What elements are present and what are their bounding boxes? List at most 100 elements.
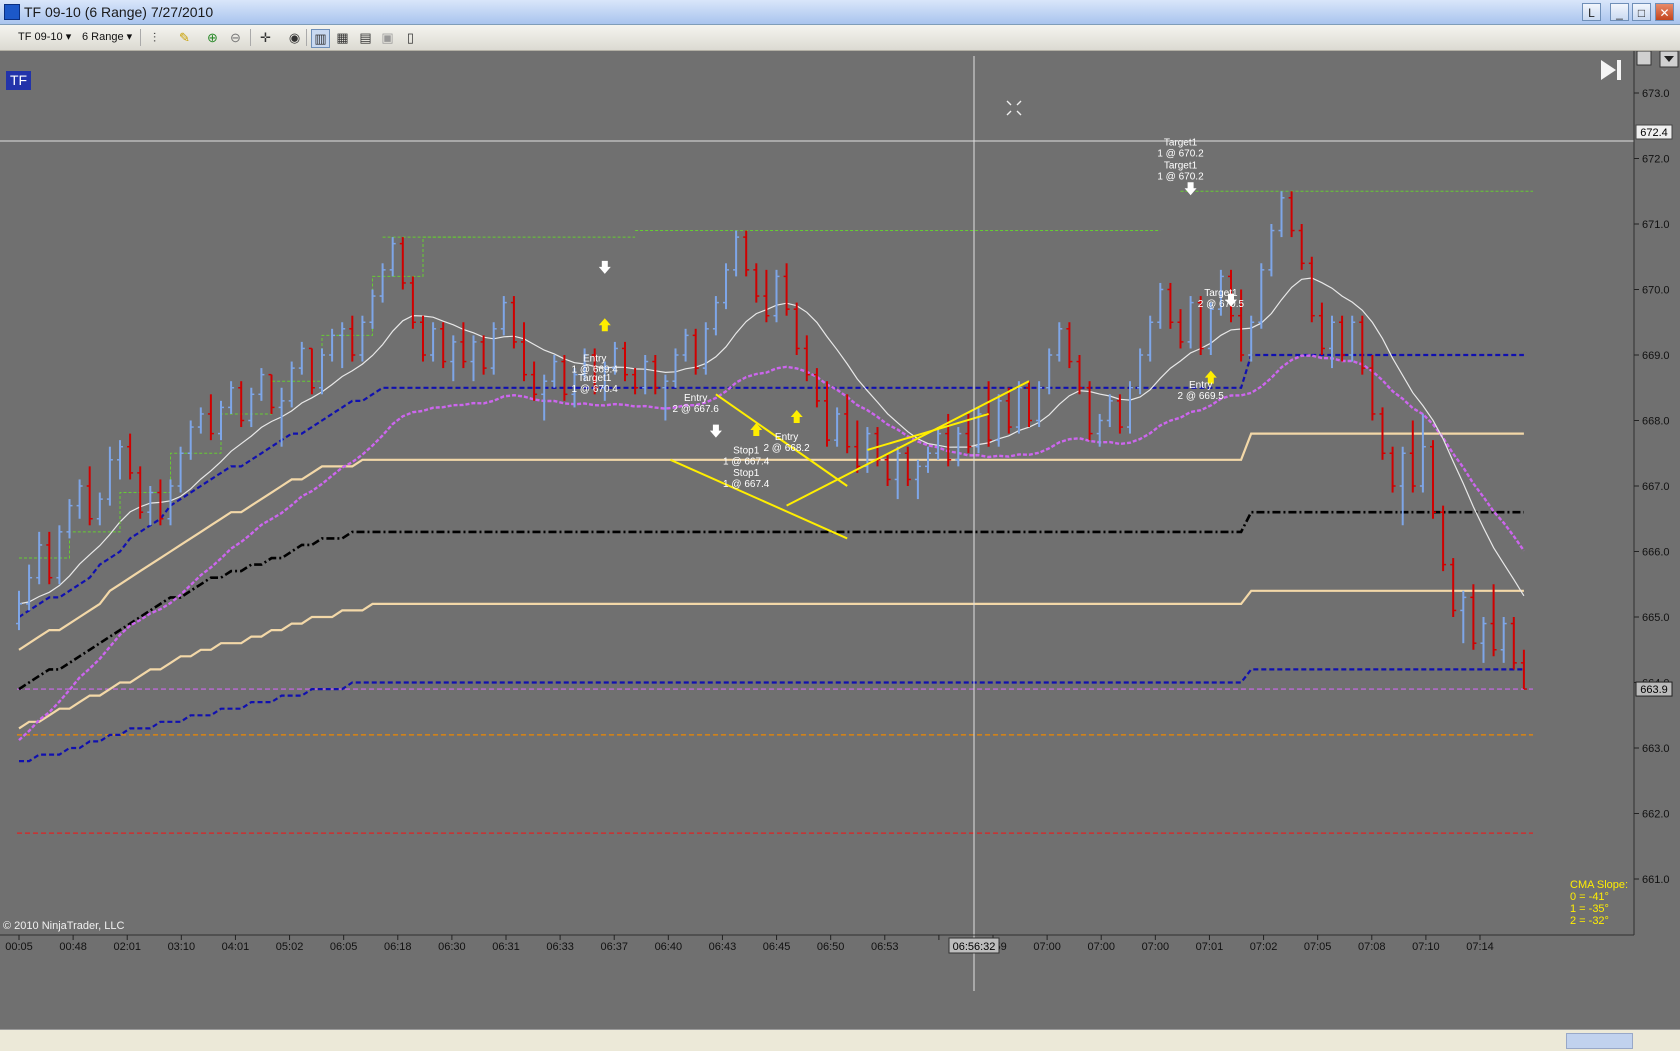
last-price: 663.9 [1640,684,1668,696]
annotation-title: Entry [684,393,707,404]
annotation-title: Stop1 [733,468,760,479]
annotation-detail: 2 @ 669.5 [1178,391,1225,402]
annotation-title: Target1 [1164,160,1198,171]
strategy-icon[interactable]: ▯ [402,29,419,46]
annotation-title: Target1 [578,373,612,384]
x-tick-label: 07:10 [1412,941,1440,953]
y-tick-label: 671.0 [1642,219,1670,231]
y-tick-label: 669.0 [1642,350,1670,362]
annotation-detail: 1 @ 670.4 [572,384,619,395]
annotation-title: Entry [775,432,798,443]
x-tick-label: 06:30 [438,941,466,953]
chevron-down-icon: ▾ [126,31,133,43]
link-button[interactable]: L [1582,3,1601,21]
horizontal-scrollbar[interactable] [0,1029,1680,1051]
annotation-detail: 1 @ 670.2 [1157,148,1204,159]
y-tick-label: 666.0 [1642,547,1670,559]
data-box-icon[interactable]: ▣ [379,29,396,46]
x-tick-label: 07:02 [1250,941,1278,953]
minimize-button[interactable]: _ [1610,3,1629,21]
crosshair-time: 06:56:32 [953,941,996,953]
close-button[interactable]: ✕ [1655,3,1674,21]
instrument-label: TF 09-10 [18,31,63,43]
price-axis [1634,51,1680,935]
y-tick-label: 670.0 [1642,285,1670,297]
cma-line-1: 1 = -35° [1570,903,1609,915]
cma-line-2: 2 = -32° [1570,915,1609,927]
x-tick-label: 04:01 [222,941,250,953]
annotation-title: Entry [1189,380,1212,391]
bar-type-icon[interactable]: ⫶ [146,29,163,46]
annotation-title: Stop1 [733,445,760,456]
instrument-selector[interactable]: TF 09-10 ▾ [18,29,71,46]
drawing-pencil-icon[interactable]: ✎ [176,29,193,46]
y-tick-label: 667.0 [1642,481,1670,493]
x-tick-label: 07:00 [1142,941,1170,953]
y-tick-label: 661.0 [1642,874,1670,886]
toolbar-divider [250,29,251,46]
x-tick-label: 07:01 [1196,941,1224,953]
period-label: 6 Range [82,31,124,43]
chart-background [0,51,1680,1029]
x-tick-label: 06:37 [600,941,628,953]
maximize-button[interactable]: □ [1632,3,1651,21]
x-tick-label: 07:08 [1358,941,1386,953]
x-tick-label: 06:05 [330,941,358,953]
annotation-detail: 2 @ 668.2 [763,443,810,454]
cma-line-0: 0 = -41° [1570,891,1609,903]
annotation-detail: 2 @ 670.5 [1198,299,1245,310]
x-tick-label: 05:02 [276,941,304,953]
y-tick-label: 665.0 [1642,612,1670,624]
chevron-down-icon: ▾ [65,31,72,43]
toolbar-divider [140,29,141,46]
zoom-out-icon[interactable]: ⊖ [227,29,244,46]
crosshair-icon[interactable]: ✛ [257,29,274,46]
chart-style-1-icon[interactable]: ▥ [311,29,330,48]
annotation-title: Target1 [1164,137,1198,148]
x-tick-label: 07:14 [1466,941,1494,953]
x-tick-label: 06:31 [492,941,520,953]
chart-style-2-icon[interactable]: ▦ [334,29,351,46]
y-tick-label: 662.0 [1642,809,1670,821]
x-tick-label: 06:40 [655,941,683,953]
chart-style-3-icon[interactable]: ▤ [357,29,374,46]
cma-title: CMA Slope: [1570,879,1628,891]
axis-options-button[interactable] [1636,51,1652,66]
price-chart[interactable]: Entry1 @ 669.4Target11 @ 670.4Entry2 @ 6… [0,51,1680,1029]
x-tick-label: 06:53 [871,941,899,953]
app-icon [4,4,20,20]
instrument-tag: TF [10,72,27,88]
y-tick-label: 673.0 [1642,88,1670,100]
x-tick-label: 07:05 [1304,941,1332,953]
x-tick-label: 06:18 [384,941,412,953]
y-tick-label: 672.0 [1642,154,1670,166]
period-selector[interactable]: 6 Range ▾ [82,29,132,46]
annotation-detail: 2 @ 667.6 [673,404,720,415]
x-tick-label: 00:48 [59,941,87,953]
x-tick-label: 02:01 [113,941,141,953]
annotation-detail: 1 @ 670.2 [1157,171,1204,182]
x-tick-label: 06:45 [763,941,791,953]
scrollbar-thumb[interactable] [1566,1033,1633,1049]
crosshair-price: 672.4 [1640,127,1668,139]
y-tick-label: 668.0 [1642,416,1670,428]
annotation-title: Target1 [1204,288,1238,299]
x-tick-label: 00:05 [5,941,33,953]
window-title: TF 09-10 (6 Range) 7/27/2010 [24,4,214,20]
x-tick-label: 06:33 [546,941,574,953]
x-tick-label: 07:00 [1087,941,1115,953]
zoom-in-icon[interactable]: ⊕ [204,29,221,46]
window-title-bar: TF 09-10 (6 Range) 7/27/2010 L _ □ ✕ [0,0,1680,25]
toolbar-divider [306,29,307,46]
x-tick-label: 03:10 [168,941,196,953]
chart-toolbar: TF 09-10 ▾ 6 Range ▾ ⫶ ✎ ⊕ ⊖ ✛ ◉ ▥ ▦ ▤ ▣… [0,25,1680,51]
y-tick-label: 663.0 [1642,743,1670,755]
x-tick-label: 06:50 [817,941,845,953]
x-tick-label: 07:00 [1033,941,1061,953]
annotation-detail: 1 @ 667.4 [723,456,770,467]
copyright: © 2010 NinjaTrader, LLC [3,920,124,932]
properties-icon[interactable]: ◉ [286,29,303,46]
x-tick-label: 06:43 [709,941,737,953]
annotation-title: Entry [583,354,606,365]
annotation-detail: 1 @ 667.4 [723,479,770,490]
